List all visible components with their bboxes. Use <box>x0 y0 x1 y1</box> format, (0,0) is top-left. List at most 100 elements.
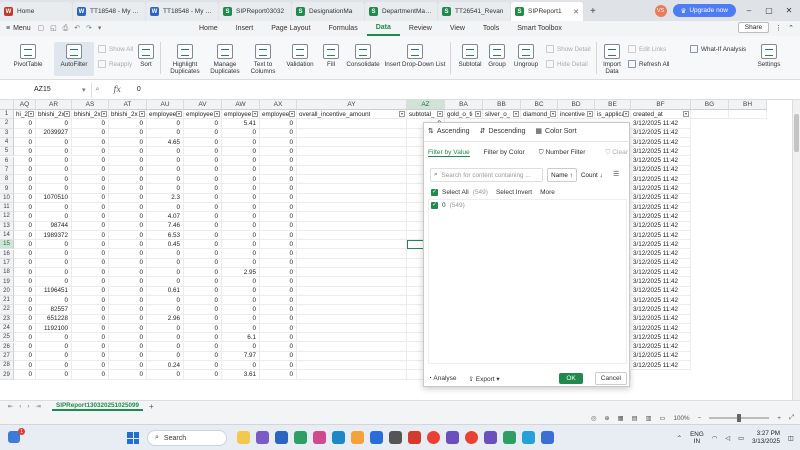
table-cell[interactable]: 0 <box>36 119 72 129</box>
created-at-cell[interactable]: 3/12/2025 11:42 <box>631 156 691 166</box>
table-cell[interactable]: 0 <box>109 342 147 352</box>
table-cell[interactable]: 0 <box>184 323 222 334</box>
table-cell[interactable]: 0 <box>260 184 297 194</box>
row-header[interactable]: 20 <box>0 286 14 296</box>
text-to-columns-button[interactable]: Text to Columns <box>246 44 280 75</box>
table-cell[interactable]: 0 <box>184 314 222 324</box>
outlook-icon[interactable] <box>370 431 383 444</box>
row-header[interactable]: 23 <box>0 314 14 324</box>
table-cell[interactable]: 1196451 <box>36 286 72 296</box>
table-cell[interactable] <box>297 212 407 222</box>
table-cell[interactable]: 0 <box>14 184 36 194</box>
table-cell[interactable] <box>297 342 407 352</box>
table-cell[interactable]: 0 <box>260 249 297 259</box>
row-header[interactable]: 3 <box>0 128 14 138</box>
minimize-icon[interactable]: – <box>742 6 756 15</box>
table-cell[interactable]: 0 <box>260 296 297 306</box>
row-header[interactable]: 11 <box>0 203 14 213</box>
app-icon[interactable] <box>484 431 497 444</box>
tab-5[interactable]: S DepartmentMaste <box>365 2 437 21</box>
created-at-cell[interactable]: 3/12/2025 11:42 <box>631 230 691 241</box>
table-cell[interactable] <box>297 305 407 315</box>
table-cell[interactable]: 0 <box>72 305 109 315</box>
table-cell[interactable]: 0 <box>109 258 147 269</box>
app-icon[interactable] <box>446 431 459 444</box>
chrome-icon[interactable] <box>427 431 440 444</box>
zoom-slider[interactable] <box>709 414 770 422</box>
table-cell[interactable]: 0 <box>222 184 260 194</box>
table-cell[interactable]: 0 <box>184 193 222 203</box>
table-cell[interactable]: 0 <box>260 277 297 287</box>
table-cell[interactable]: 0 <box>72 175 109 185</box>
table-cell[interactable]: 0 <box>260 240 297 250</box>
table-cell[interactable]: 0 <box>36 351 72 362</box>
color-sort-button[interactable]: ▦ Color Sort <box>535 127 576 136</box>
table-cell[interactable] <box>297 137 407 148</box>
table-cell[interactable] <box>297 361 407 371</box>
app-icon[interactable] <box>389 431 402 444</box>
table-cell[interactable]: 0 <box>222 296 260 306</box>
created-at-cell[interactable]: 3/12/2025 11:42 <box>631 296 691 306</box>
table-cell[interactable]: 0 <box>72 165 109 176</box>
fullscreen-icon[interactable]: ⤢ <box>789 414 794 422</box>
menu-tab-smart-toolbox[interactable]: Smart Toolbox <box>508 21 571 36</box>
table-cell[interactable]: 0 <box>222 165 260 176</box>
zoom-level[interactable]: 100% <box>673 415 689 422</box>
chevron-up-icon[interactable]: ⌃ <box>677 435 682 442</box>
table-cell[interactable]: 0 <box>109 277 147 287</box>
table-cell[interactable]: 0 <box>222 361 260 371</box>
created-at-cell[interactable]: 3/12/2025 11:42 <box>631 286 691 296</box>
column-header-as[interactable]: AS <box>72 100 109 110</box>
table-cell[interactable]: 0 <box>14 193 36 203</box>
table-cell[interactable]: 0 <box>147 175 184 185</box>
table-cell[interactable]: 0 <box>147 249 184 259</box>
column-header-be[interactable]: BE <box>595 100 631 110</box>
table-cell[interactable]: 0 <box>147 333 184 343</box>
first-sheet-icon[interactable]: ⇤ <box>8 403 13 410</box>
filter-dropdown-icon[interactable]: ▾ <box>139 111 145 118</box>
filter-dropdown-icon[interactable]: ▾ <box>289 111 295 118</box>
table-cell[interactable]: 0 <box>109 286 147 296</box>
column-header-bb[interactable]: BB <box>483 100 521 110</box>
created-at-cell[interactable]: 3/12/2025 11:42 <box>631 193 691 203</box>
language-indicator[interactable]: ENG IN <box>690 431 704 445</box>
table-cell[interactable]: 0 <box>147 370 184 380</box>
table-cell[interactable]: 0 <box>260 156 297 166</box>
table-cell[interactable]: 0 <box>36 277 72 287</box>
filter-dropdown-icon[interactable]: ▾ <box>587 111 593 118</box>
column-header-az[interactable]: AZ <box>407 100 445 110</box>
table-cell[interactable]: 0 <box>14 165 36 176</box>
table-cell[interactable]: 0 <box>72 249 109 259</box>
sort-ascending-button[interactable]: ⇅ Ascending <box>428 127 470 136</box>
last-sheet-icon[interactable]: ⇥ <box>36 403 41 410</box>
table-cell[interactable]: 0 <box>222 314 260 324</box>
table-cell[interactable]: 0 <box>147 277 184 287</box>
header-cell[interactable]: employee ▾ <box>260 110 297 120</box>
tab-6[interactable]: S TT26541_Revan <box>438 2 510 21</box>
header-cell[interactable]: subtotal_ ▾ <box>407 110 445 120</box>
row-header[interactable]: 25 <box>0 333 14 343</box>
filter-dropdown-icon[interactable]: ▾ <box>214 111 220 118</box>
row-header[interactable]: 27 <box>0 351 14 362</box>
table-cell[interactable]: 2.96 <box>147 314 184 324</box>
table-cell[interactable] <box>297 221 407 231</box>
header-cell[interactable]: bhishi_2x ▾ <box>72 110 109 120</box>
table-cell[interactable]: 0 <box>72 351 109 362</box>
table-cell[interactable]: 2.3 <box>147 193 184 203</box>
table-cell[interactable]: 0 <box>36 212 72 222</box>
zoom-in-icon[interactable]: + <box>777 415 781 422</box>
table-cell[interactable]: 0 <box>72 212 109 222</box>
table-cell[interactable]: 0 <box>260 370 297 380</box>
menu-tab-tools[interactable]: Tools <box>474 21 508 36</box>
folder-icon[interactable] <box>351 431 364 444</box>
app-icon[interactable] <box>522 431 535 444</box>
created-at-cell[interactable]: 3/12/2025 11:42 <box>631 323 691 334</box>
sort-by-count-button[interactable]: Count ↓ <box>581 168 603 182</box>
created-at-cell[interactable]: 3/12/2025 11:42 <box>631 165 691 176</box>
what-if-analysis-button[interactable]: What-If Analysis <box>690 45 746 53</box>
table-cell[interactable]: 0 <box>36 333 72 343</box>
table-cell[interactable]: 0 <box>36 249 72 259</box>
subtotal-button[interactable]: Subtotal <box>456 44 484 68</box>
table-cell[interactable]: 0.61 <box>147 286 184 296</box>
table-cell[interactable]: 0 <box>260 137 297 148</box>
